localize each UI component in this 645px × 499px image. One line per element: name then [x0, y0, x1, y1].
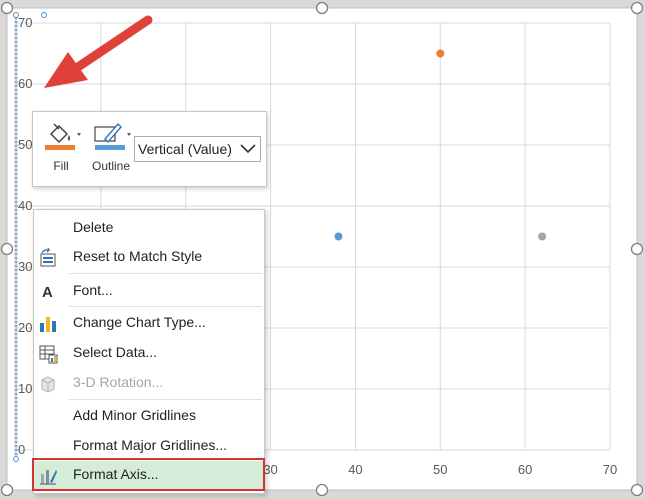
- select-data-icon: [39, 345, 58, 364]
- axis-handle-top[interactable]: [13, 12, 19, 18]
- y-tick-label: 50: [18, 137, 32, 152]
- resize-handle-top-left[interactable]: [0, 1, 14, 15]
- x-tick-label: 40: [348, 462, 362, 477]
- menu-item-label: Delete: [73, 219, 114, 235]
- menu-item-reset-style[interactable]: Reset to Match Style: [34, 243, 264, 271]
- chevron-down-icon: [77, 133, 81, 136]
- chart-type-icon: [40, 317, 56, 332]
- menu-separator: [68, 306, 262, 307]
- menu-item-format-major-gridlines[interactable]: Format Major Gridlines...: [34, 432, 264, 460]
- data-point[interactable]: [334, 232, 343, 241]
- resize-handle-bottom-left[interactable]: [0, 483, 14, 497]
- menu-item-select-data[interactable]: Select Data...: [34, 339, 264, 367]
- menu-item-font[interactable]: A Font...: [34, 277, 264, 305]
- outline-button[interactable]: Outline: [89, 120, 133, 180]
- menu-item-label: Font...: [73, 282, 113, 298]
- fill-label: Fill: [53, 159, 69, 173]
- font-icon: A: [42, 284, 53, 301]
- resize-handle-top[interactable]: [315, 1, 329, 15]
- y-tick-label: 20: [18, 320, 32, 335]
- menu-item-label: Add Minor Gridlines: [73, 407, 196, 423]
- chart-element-select-value: Vertical (Value): [138, 141, 232, 157]
- x-tick-label: 50: [433, 462, 447, 477]
- menu-item-label: Change Chart Type...: [73, 314, 206, 330]
- chart-element-select[interactable]: Vertical (Value): [134, 136, 261, 162]
- menu-item-label: Select Data...: [73, 344, 158, 360]
- y-tick-label: 30: [18, 259, 32, 274]
- y-tick-label: 10: [18, 381, 32, 396]
- svg-text:A: A: [42, 284, 53, 301]
- menu-item-label: Format Axis...: [73, 466, 159, 482]
- menu-item-3d-rotation: 3-D Rotation...: [34, 369, 264, 397]
- x-tick-label: 60: [518, 462, 532, 477]
- mini-format-toolbar: Fill Outline Vertical (Value): [32, 111, 267, 187]
- menu-item-label: 3-D Rotation...: [73, 374, 164, 390]
- format-axis-icon: [40, 470, 57, 485]
- chevron-down-icon: [240, 144, 256, 154]
- y-tick-label: 0: [18, 442, 25, 457]
- fill-button[interactable]: Fill: [39, 120, 83, 180]
- menu-item-add-minor-gridlines[interactable]: Add Minor Gridlines: [34, 402, 264, 430]
- menu-item-label: Reset to Match Style: [73, 248, 203, 264]
- menu-item-label: Format Major Gridlines...: [73, 437, 228, 453]
- y-tick-label: 60: [18, 76, 32, 91]
- menu-item-format-axis[interactable]: Format Axis...: [34, 461, 264, 489]
- x-tick-label: 30: [263, 462, 277, 477]
- menu-item-change-chart-type[interactable]: Change Chart Type...: [34, 309, 264, 337]
- menu-separator: [68, 399, 262, 400]
- data-point[interactable]: [538, 232, 547, 241]
- y-tick-label: 70: [18, 15, 32, 30]
- outline-label: Outline: [91, 159, 131, 173]
- rotation-3d-icon: [41, 376, 55, 393]
- resize-handle-left[interactable]: [0, 242, 14, 256]
- chevron-down-icon: [127, 133, 131, 136]
- menu-item-delete[interactable]: Delete: [34, 214, 264, 242]
- x-tick-label: 70: [603, 462, 617, 477]
- context-menu: Delete Reset to Match Style A Font... Ch…: [33, 209, 265, 494]
- reset-style-icon: [40, 248, 56, 267]
- menu-separator: [68, 273, 262, 274]
- resize-handle-bottom-right[interactable]: [630, 483, 644, 497]
- paint-bucket-icon: [45, 123, 81, 150]
- axis-handle-top-right[interactable]: [41, 12, 47, 18]
- resize-handle-bottom[interactable]: [315, 483, 329, 497]
- pen-outline-icon: [94, 122, 131, 150]
- y-tick-label: 40: [18, 198, 32, 213]
- data-point[interactable]: [436, 49, 445, 58]
- resize-handle-right[interactable]: [630, 242, 644, 256]
- axis-handle-bottom[interactable]: [13, 456, 19, 462]
- resize-handle-top-right[interactable]: [630, 1, 644, 15]
